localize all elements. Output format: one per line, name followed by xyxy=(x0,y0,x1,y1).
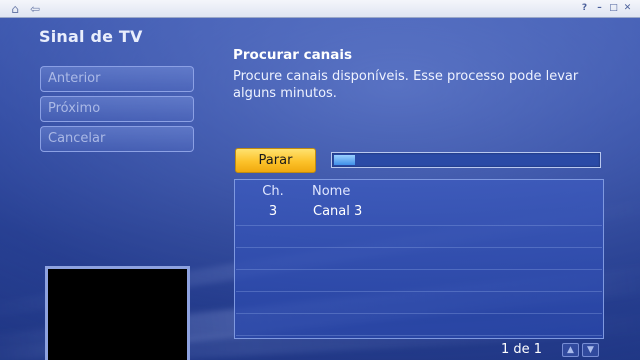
table-row[interactable]: 3 Canal 3 xyxy=(235,204,603,224)
page-title: Sinal de TV xyxy=(39,27,143,46)
row-divider xyxy=(236,247,602,248)
row-divider xyxy=(236,269,602,270)
home-icon[interactable]: ⌂ xyxy=(6,2,24,16)
page-down-icon[interactable]: ▼ xyxy=(582,343,599,357)
stop-button[interactable]: Parar xyxy=(235,148,316,173)
cancel-button[interactable]: Cancelar xyxy=(40,126,194,152)
close-icon[interactable]: ✕ xyxy=(622,3,633,14)
title-bar: ⌂ ⇦ ? – □ ✕ xyxy=(0,0,640,18)
row-divider xyxy=(236,291,602,292)
maximize-icon[interactable]: □ xyxy=(608,3,619,14)
channel-list[interactable]: Ch. Nome 3 Canal 3 xyxy=(234,179,604,339)
section-title: Procurar canais xyxy=(233,47,353,63)
description-text: Procure canais disponíveis. Esse process… xyxy=(233,69,579,101)
page-up-icon[interactable]: ▲ xyxy=(562,343,579,357)
minimize-icon[interactable]: – xyxy=(594,3,605,14)
channel-list-header: Ch. Nome xyxy=(235,184,603,204)
help-icon[interactable]: ? xyxy=(579,3,590,14)
channel-number: 3 xyxy=(268,204,278,219)
back-arrow-icon[interactable]: ⇦ xyxy=(26,2,44,16)
scan-progress-bar xyxy=(331,152,601,168)
row-divider xyxy=(236,313,602,314)
column-header-channel: Ch. xyxy=(262,184,284,199)
channel-name: Canal 3 xyxy=(313,204,363,219)
column-header-name: Nome xyxy=(312,184,351,199)
next-button[interactable]: Próximo xyxy=(40,96,194,122)
row-divider xyxy=(236,335,602,336)
tv-preview xyxy=(45,266,190,360)
row-divider xyxy=(236,225,602,226)
page-indicator: 1 de 1 xyxy=(501,342,543,357)
progress-fill xyxy=(334,155,355,165)
previous-button[interactable]: Anterior xyxy=(40,66,194,92)
